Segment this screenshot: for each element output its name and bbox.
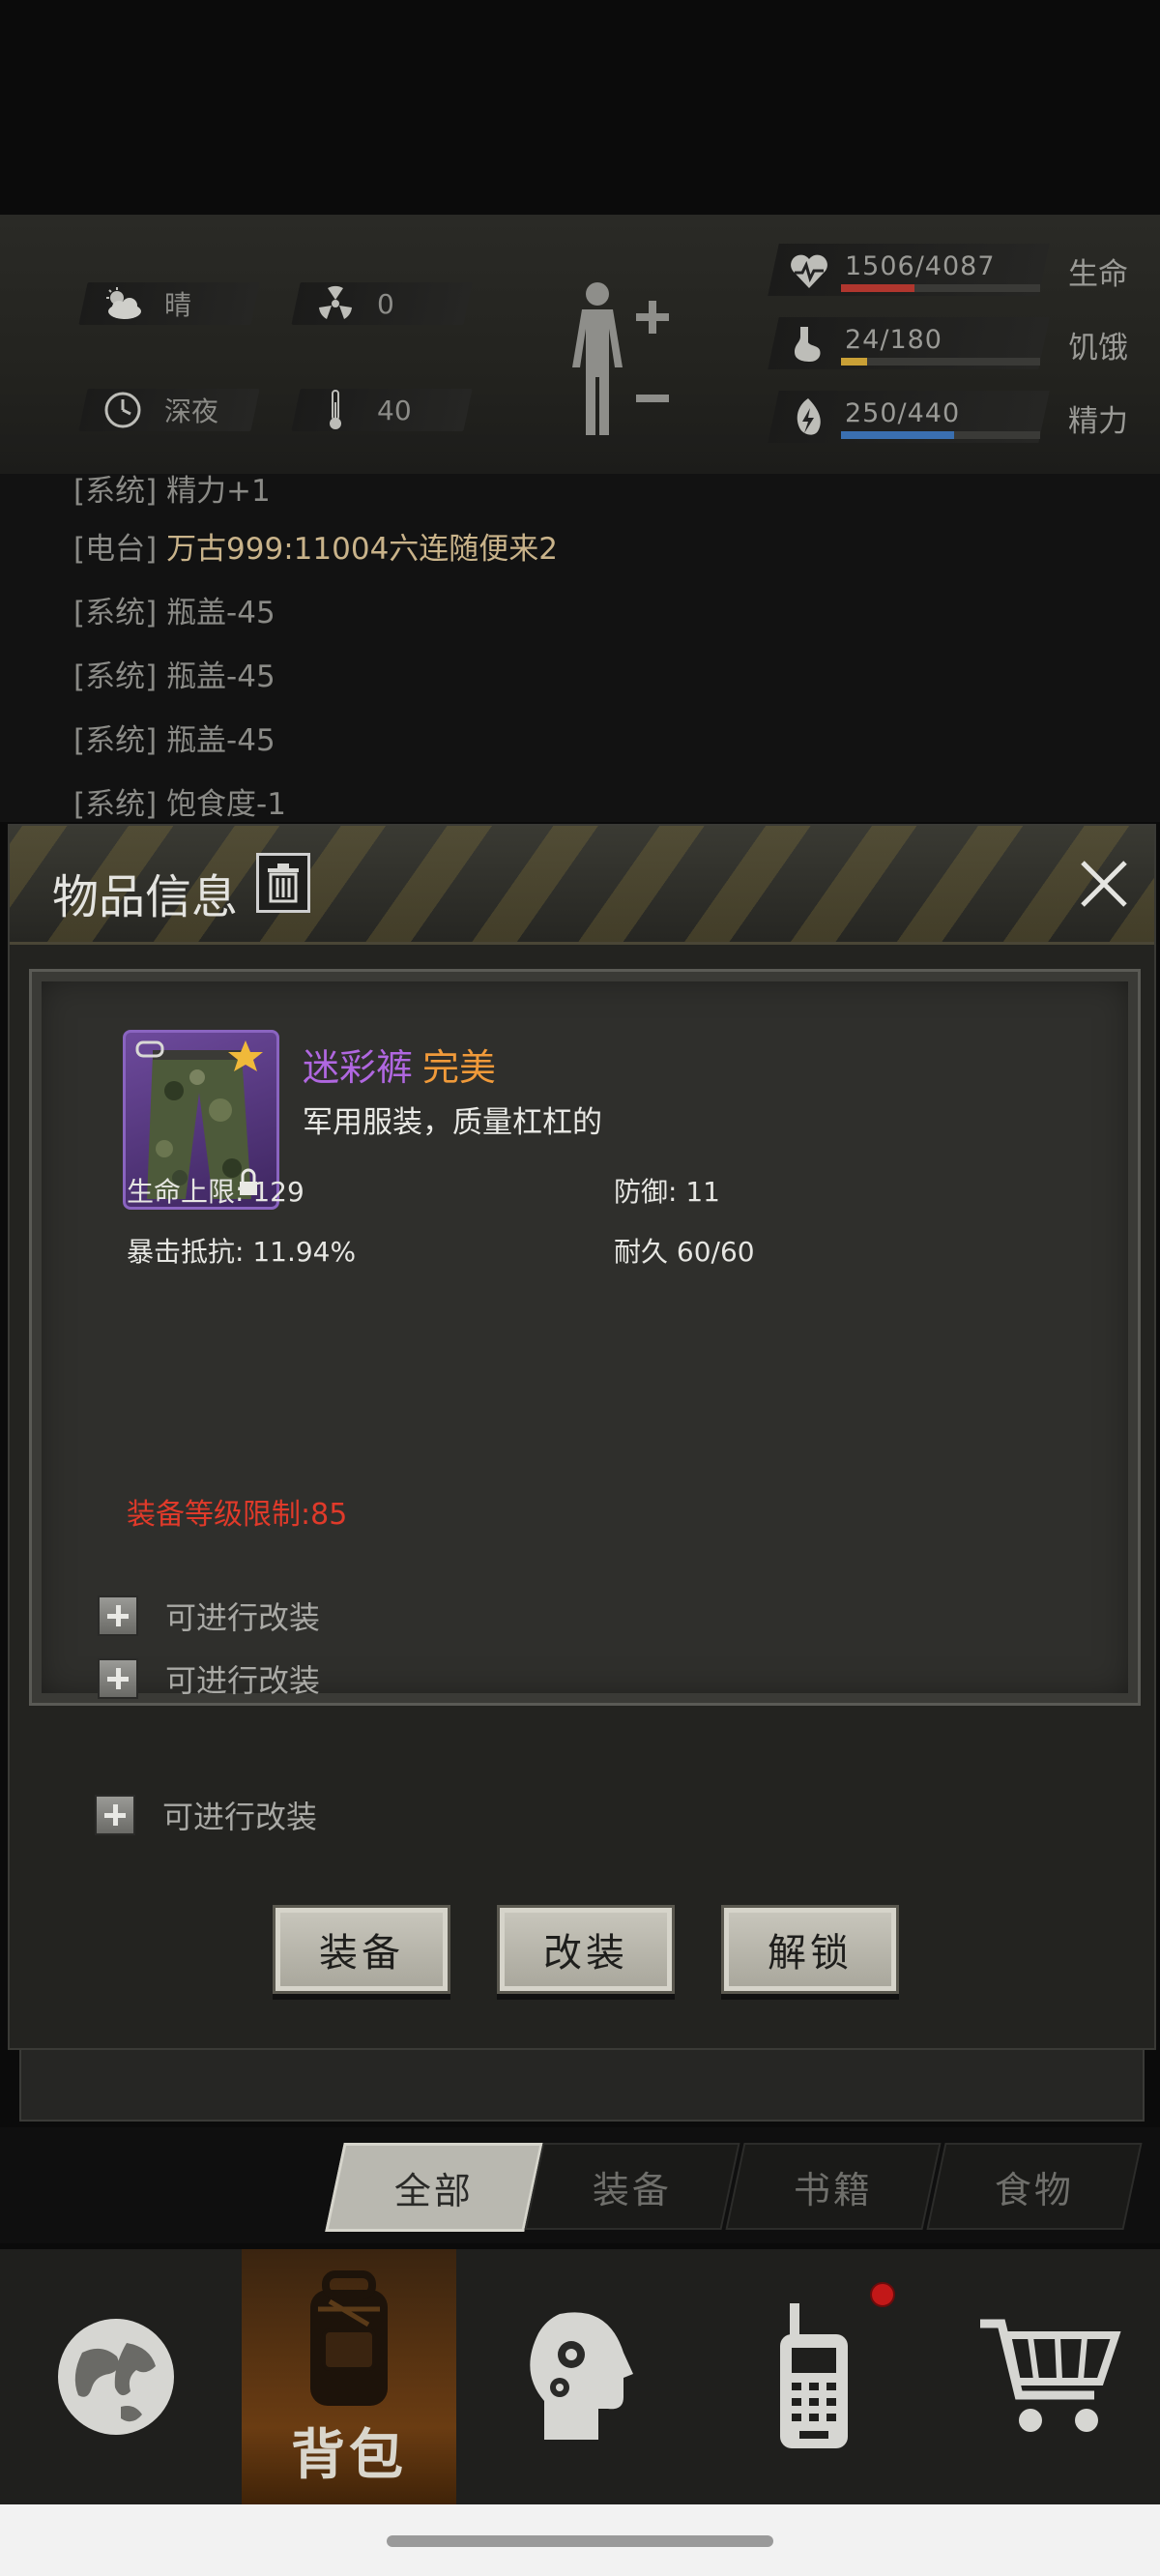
inventory-panel (19, 2050, 1145, 2122)
tab-equipment[interactable]: 装备 (524, 2143, 740, 2230)
trash-icon (268, 864, 299, 903)
log-line: [系统] 饱食度-1 (73, 787, 286, 822)
stomach-icon (791, 325, 826, 367)
item-name: 迷彩裤 (303, 1046, 414, 1089)
energy-fill (841, 431, 954, 439)
category-tabs: 全部 装备 书籍 食物 (0, 2127, 1160, 2243)
energy-bar: 250/440 精力 (768, 391, 1150, 445)
radiation-chip: 0 (291, 282, 473, 325)
log-line: [电台] 万古999:11004六连随便来2 (73, 532, 559, 567)
system-nav-bar (0, 2504, 1160, 2576)
time-label: 深夜 (164, 395, 219, 427)
backpack-icon (310, 2270, 388, 2406)
hunger-value: 24/180 (845, 325, 942, 355)
item-info-dialog: 物品信息 迷彩裤 完美 军用服装，质量杠杠的 生命上限: 129 防御: 11 … (8, 824, 1156, 2050)
cart-icon (980, 2319, 1121, 2432)
tab-all[interactable]: 全部 (325, 2143, 543, 2232)
close-button[interactable] (1075, 855, 1133, 913)
radiation-value: 0 (377, 287, 394, 320)
tab-books[interactable]: 书籍 (725, 2143, 942, 2230)
temperature-value: 40 (377, 394, 412, 426)
nav-radio[interactable] (706, 2249, 928, 2504)
plus-icon (98, 1595, 138, 1636)
item-description: 军用服装，质量杠杠的 (303, 1105, 602, 1140)
trash-button[interactable] (256, 853, 310, 913)
radio-icon (780, 2303, 848, 2448)
energy-label: 精力 (1068, 404, 1128, 439)
cloud-sun-icon (101, 284, 145, 323)
nav-shop[interactable] (938, 2249, 1160, 2504)
dialog-title: 物品信息 (52, 870, 239, 924)
stat-durability: 耐久 60/60 (614, 1236, 755, 1268)
energy-icon (791, 396, 826, 443)
nav-world-map[interactable] (0, 2249, 232, 2504)
body-status-button[interactable] (561, 278, 677, 443)
item-info-panel: 迷彩裤 完美 军用服装，质量杠杠的 生命上限: 129 防御: 11 暴击抵抗: … (29, 969, 1141, 1706)
equip-button[interactable]: 装备 (273, 1905, 450, 1994)
health-fill (841, 284, 914, 292)
hunger-fill (841, 358, 868, 366)
nav-backpack-label: 背包 (291, 2424, 407, 2487)
stat-defense: 防御: 11 (614, 1176, 720, 1208)
plus-icon (98, 1658, 138, 1699)
clock-icon (101, 391, 145, 429)
hunger-label: 饥饿 (1068, 331, 1128, 366)
brain-gear-icon (530, 2312, 633, 2440)
log-line: [系统] 精力+1 (73, 474, 271, 509)
mod-slot-label: 可进行改装 (165, 1662, 321, 1699)
log-line: [系统] 瓶盖-45 (73, 659, 276, 694)
weather-label: 晴 (164, 289, 192, 321)
log-line: [系统] 瓶盖-45 (73, 596, 276, 630)
heart-pulse-icon (789, 251, 829, 294)
log-line: [系统] 瓶盖-45 (73, 723, 276, 758)
mod-slot[interactable]: 可进行改装 (98, 1656, 320, 1701)
hunger-bar: 24/180 饥饿 (768, 317, 1150, 371)
globe-icon (58, 2319, 174, 2435)
bottom-nav: 背包 (0, 2249, 1160, 2504)
body-figure-icon (572, 282, 669, 435)
nav-backpack[interactable]: 背包 (242, 2249, 456, 2504)
thermometer-icon (313, 390, 358, 429)
item-quality: 完美 (422, 1046, 497, 1089)
unlock-button[interactable]: 解锁 (721, 1905, 899, 1994)
radiation-icon (313, 284, 358, 323)
stat-crit-resist: 暴击抵抗: 11.94% (127, 1236, 357, 1268)
message-log[interactable]: [系统] 精力+1 [电台] 万古999:11004六连随便来2 [系统] 瓶盖… (0, 474, 1160, 822)
temperature-chip: 40 (291, 389, 473, 431)
stat-hp-max: 生命上限: 129 (127, 1176, 304, 1208)
dialog-header: 物品信息 (10, 826, 1154, 945)
modify-button[interactable]: 改装 (497, 1905, 675, 1994)
notification-dot (870, 2282, 895, 2307)
time-chip: 深夜 (78, 389, 260, 431)
tab-food[interactable]: 食物 (926, 2143, 1143, 2230)
mod-slot[interactable]: 可进行改装 (95, 1793, 317, 1837)
mod-slot-label: 可进行改装 (162, 1799, 318, 1835)
health-value: 1506/4087 (845, 251, 996, 281)
energy-value: 250/440 (845, 398, 961, 428)
nav-skills[interactable] (466, 2249, 692, 2504)
level-limit: 装备等级限制:85 (127, 1498, 348, 1532)
weather-chip: 晴 (78, 282, 260, 325)
status-panel: 晴 0 深夜 40 1506/4087 生命 24/180 饥饿 250/440… (0, 215, 1160, 474)
close-icon (1081, 861, 1127, 907)
mod-slot[interactable]: 可进行改装 (98, 1594, 320, 1638)
plus-icon (95, 1795, 135, 1835)
health-bar: 1506/4087 生命 (768, 244, 1150, 298)
item-title: 迷彩裤 完美 (303, 1038, 496, 1091)
health-label: 生命 (1068, 257, 1128, 292)
home-indicator[interactable] (387, 2535, 773, 2547)
mod-slot-label: 可进行改装 (165, 1599, 321, 1636)
